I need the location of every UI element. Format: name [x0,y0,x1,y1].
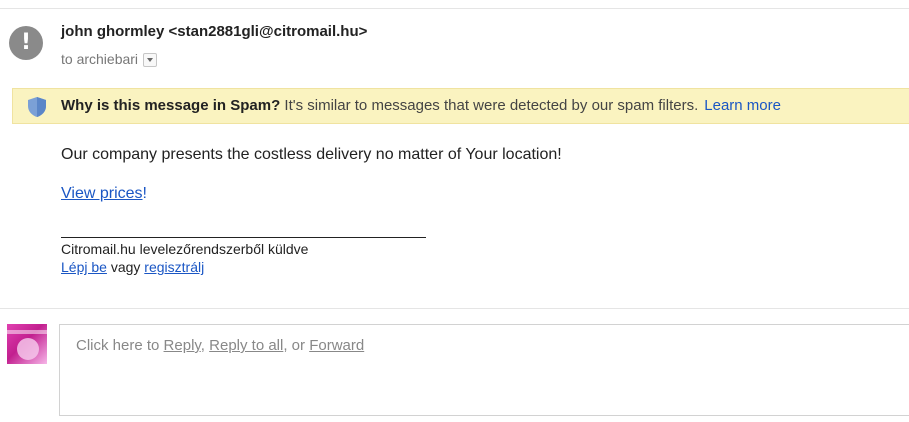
shield-icon [28,97,46,117]
learn-more-link[interactable]: Learn more [704,97,781,114]
spam-warning-text: Why is this message in Spam? It's simila… [61,97,781,114]
signature-divider [61,237,426,238]
signature-links: Lépj be vagy regisztrálj [61,259,204,275]
avatar [7,324,47,364]
signature-or: vagy [106,259,145,275]
spam-warning-bar: Why is this message in Spam? It's simila… [12,88,909,124]
signature-text: Citromail.hu levelezőrendszerből küldve [61,241,309,257]
recipient-label: to archiebari [61,51,139,67]
view-prices-line: View prices! [61,185,147,203]
login-link[interactable]: Lépj be [61,259,107,275]
exclamation-icon: ! [20,30,32,55]
reply-all-link[interactable]: Reply to all [209,337,283,354]
reply-divider [0,308,909,309]
chevron-down-icon [147,58,154,62]
avatar-stripe [7,330,47,334]
reply-link[interactable]: Reply [164,337,201,354]
avatar-blob [17,338,39,360]
spam-warning-avatar: ! [9,26,43,60]
reply-sep-2: , or [283,337,310,354]
forward-link[interactable]: Forward [309,337,364,354]
show-details-button[interactable] [143,53,158,67]
reply-sep-1: , [200,337,210,354]
reply-prefix: Click here to [76,337,164,354]
view-prices-suffix: ! [142,185,147,202]
recipient-row: to archiebari [61,50,158,68]
view-prices-link[interactable]: View prices [61,185,143,202]
spam-warning-title: Why is this message in Spam? [61,97,281,114]
message-body-text: Our company presents the costless delive… [61,146,562,163]
reply-box[interactable]: Click here to Reply, Reply to all, or Fo… [59,324,909,416]
register-link[interactable]: regisztrálj [144,259,204,275]
reply-prompt: Click here to Reply, Reply to all, or Fo… [76,337,364,354]
spam-warning-explanation: It's similar to messages that were detec… [280,97,699,114]
top-divider [0,8,909,9]
sender-name[interactable]: john ghormley <stan2881gli@citromail.hu> [61,23,367,40]
email-view: ! john ghormley <stan2881gli@citromail.h… [0,0,909,422]
